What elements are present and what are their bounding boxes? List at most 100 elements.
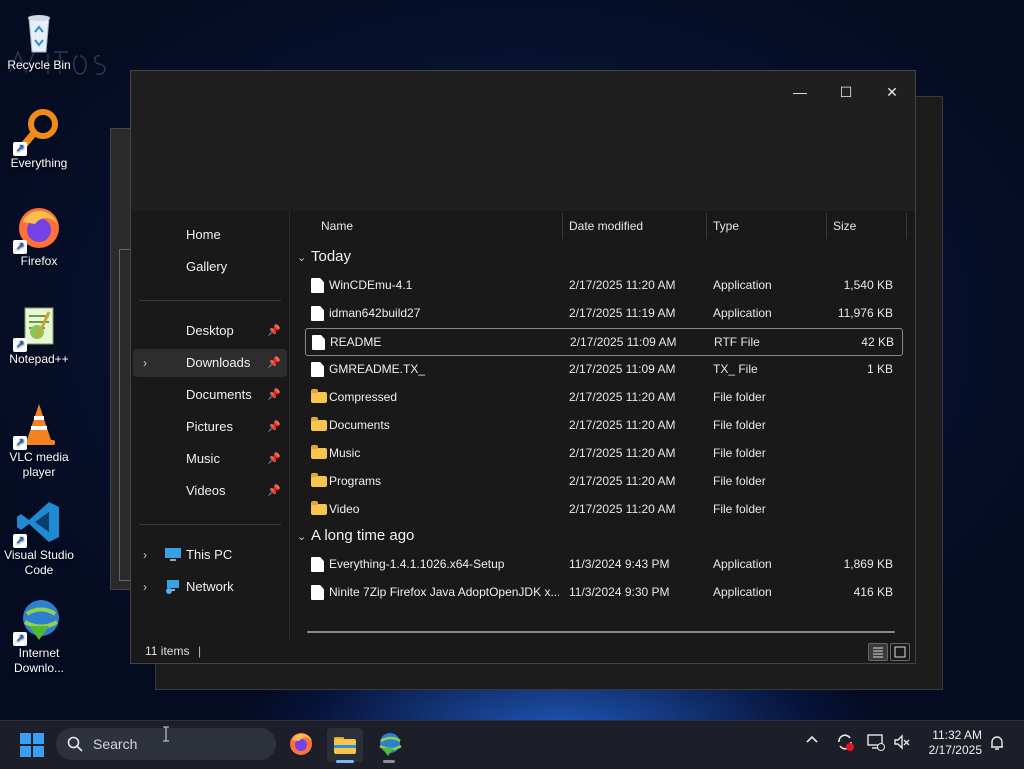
tray-volume-icon[interactable]: [892, 732, 912, 755]
nav-item-label: Gallery: [186, 259, 228, 274]
large-icons-view-button[interactable]: [890, 643, 910, 661]
file-date: 2/17/2025 11:09 AM: [569, 362, 676, 376]
details-view-button[interactable]: [868, 643, 888, 661]
file-date: 11/3/2024 9:43 PM: [569, 557, 670, 571]
shortcut-arrow-icon: ↗: [13, 632, 27, 646]
file-row[interactable]: Ninite 7Zip Firefox Java AdoptOpenJDK x.…: [305, 579, 901, 605]
folder-icon: [311, 389, 327, 403]
minimize-button[interactable]: —: [777, 77, 823, 107]
folder-name: Music: [329, 446, 361, 460]
nav-item-network[interactable]: › Network: [133, 573, 287, 601]
folder-row[interactable]: Compressed 2/17/2025 11:20 AM File folder: [305, 384, 901, 410]
active-app-indicator: [336, 760, 354, 763]
file-type: Application: [713, 278, 772, 292]
sync-alert-icon: [838, 734, 854, 751]
column-divider[interactable]: [706, 213, 707, 239]
nav-item-desktop[interactable]: Desktop 📌: [133, 317, 287, 345]
nav-item-label: Desktop: [186, 323, 234, 338]
file-date: 2/17/2025 11:19 AM: [569, 306, 676, 320]
desktop-icon-everything[interactable]: ↗ Everything: [0, 106, 78, 171]
tray-sync-icon[interactable]: [835, 732, 855, 755]
idm-globe-icon: [379, 733, 402, 756]
pane-splitter[interactable]: [289, 211, 290, 641]
file-date: 2/17/2025 11:20 AM: [569, 502, 676, 516]
pin-icon: 📌: [267, 453, 281, 465]
file-row[interactable]: Everything-1.4.1.1026.x64-Setup 11/3/2024…: [305, 551, 901, 577]
taskbar-firefox[interactable]: [283, 728, 319, 762]
file-row[interactable]: GMREADME.TX_ 2/17/2025 11:09 AM TX_ File 1 …: [305, 356, 901, 382]
nav-item-this-pc[interactable]: › This PC: [133, 541, 287, 569]
file-name: Ninite 7Zip Firefox Java AdoptOpenJDK x.…: [329, 585, 559, 599]
column-header-name[interactable]: Name: [321, 211, 353, 241]
file-size: 11,976 KB: [837, 306, 893, 320]
folder-row[interactable]: Video 2/17/2025 11:20 AM File folder: [305, 496, 901, 522]
desktop-icon-vscode[interactable]: ↗ Visual Studio Code: [0, 498, 78, 578]
file-row-selected[interactable]: README 2/17/2025 11:09 AM RTF File 42 KB: [305, 328, 903, 356]
nav-item-home[interactable]: Home: [133, 221, 287, 249]
group-header-today[interactable]: ⌄ Today: [297, 245, 351, 269]
firefox-icon: ↗: [13, 204, 63, 254]
file-date: 2/17/2025 11:09 AM: [570, 335, 677, 349]
column-divider[interactable]: [826, 213, 827, 239]
column-header-size[interactable]: Size: [833, 211, 856, 241]
folder-row[interactable]: Programs 2/17/2025 11:20 AM File folder: [305, 468, 901, 494]
nav-item-music[interactable]: Music 📌: [133, 445, 287, 473]
group-header-long-ago[interactable]: ⌄ A long time ago: [297, 524, 414, 548]
chevron-right-icon[interactable]: ›: [143, 541, 147, 569]
nav-item-label: Documents: [186, 387, 252, 402]
tray-network-icon[interactable]: [866, 732, 886, 755]
shortcut-arrow-icon: ↗: [13, 338, 27, 352]
column-divider[interactable]: [906, 213, 907, 239]
column-header-type[interactable]: Type: [713, 211, 739, 241]
taskbar-clock[interactable]: 11:32 AM 2/17/2025: [918, 728, 982, 758]
file-date: 2/17/2025 11:20 AM: [569, 278, 676, 292]
desktop-icon-vlc[interactable]: ↗ VLC media player: [0, 400, 78, 480]
folder-name: Video: [329, 502, 360, 516]
search-label: Search: [93, 736, 138, 752]
desktop-icon-firefox[interactable]: ↗ Firefox: [0, 204, 78, 269]
desktop-icon-label: Everything: [10, 156, 68, 170]
notifications-button[interactable]: [988, 734, 1006, 755]
folder-name: Programs: [329, 474, 382, 488]
file-size: 1,540 KB: [843, 278, 893, 292]
folder-icon: [311, 473, 327, 487]
windows-logo-tile: [33, 746, 44, 757]
desktop-icon-label: Firefox: [20, 254, 58, 268]
chevron-right-icon[interactable]: ›: [143, 573, 147, 601]
file-row[interactable]: WinCDEmu-4.1 2/17/2025 11:20 AM Applicatio…: [305, 272, 901, 298]
desktop-icon-recycle-bin[interactable]: Recycle Bin: [0, 8, 78, 73]
file-date: 2/17/2025 11:20 AM: [569, 474, 676, 488]
file-name: README: [330, 335, 382, 349]
windows-logo-tile: [20, 733, 31, 744]
nav-item-documents[interactable]: Documents 📌: [133, 381, 287, 409]
nav-item-pictures[interactable]: Pictures 📌: [133, 413, 287, 441]
close-button[interactable]: ✕: [869, 77, 915, 107]
desktop-icon-idm[interactable]: ↗ Internet Downlo...: [0, 596, 78, 676]
folder-row[interactable]: Music 2/17/2025 11:20 AM File folder: [305, 440, 901, 466]
desktop-icon-notepadpp[interactable]: ↗ Notepad++: [0, 302, 78, 367]
nav-item-label: Network: [186, 579, 234, 594]
nav-divider: [139, 524, 281, 525]
nav-item-gallery[interactable]: Gallery: [133, 253, 287, 281]
item-count: 11 items: [145, 644, 190, 658]
chevron-down-icon: ⌄: [297, 252, 307, 264]
chevron-right-icon[interactable]: ›: [143, 349, 147, 377]
nav-item-downloads[interactable]: › Downloads 📌: [133, 349, 287, 377]
horizontal-scrollbar[interactable]: [307, 631, 895, 633]
taskbar-idm[interactable]: [371, 728, 407, 763]
show-hidden-icons-chevron[interactable]: [805, 732, 819, 749]
folder-row[interactable]: Documents 2/17/2025 11:20 AM File folder: [305, 412, 901, 438]
file-name: Everything-1.4.1.1026.x64-Setup: [329, 557, 505, 571]
nav-item-label: Pictures: [186, 419, 233, 434]
column-divider[interactable]: [562, 213, 563, 239]
file-explorer-window[interactable]: — ☐ ✕ Home Gallery Desktop 📌 › Downloads…: [130, 70, 916, 664]
nav-divider: [139, 300, 281, 301]
title-bar[interactable]: — ☐ ✕: [131, 71, 915, 211]
chevron-down-icon: ⌄: [297, 531, 307, 543]
nav-item-videos[interactable]: Videos 📌: [133, 477, 287, 505]
column-header-date[interactable]: Date modified: [569, 211, 643, 241]
file-row[interactable]: idman642build27 2/17/2025 11:19 AM Applica…: [305, 300, 901, 326]
start-button[interactable]: [20, 733, 44, 757]
maximize-button[interactable]: ☐: [823, 77, 869, 107]
taskbar-file-explorer[interactable]: [327, 728, 363, 763]
